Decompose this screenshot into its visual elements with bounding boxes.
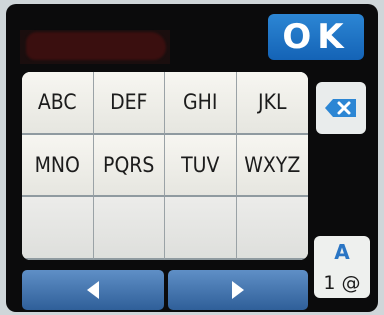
mode-label: 1 @ (323, 272, 361, 294)
delete-button[interactable] (316, 82, 366, 134)
key-mno[interactable]: MNO (22, 134, 94, 198)
key-empty[interactable] (22, 197, 94, 260)
character-keypad: ABC DEF GHI JKL MNO PQRS TUV WXYZ (22, 72, 308, 260)
key-empty[interactable] (165, 197, 237, 260)
mode-letter-icon: A (334, 240, 350, 264)
input-mode-button[interactable]: A 1 @ (314, 236, 370, 298)
key-pqrs[interactable]: PQRS (93, 134, 165, 198)
ok-button[interactable]: OK (268, 14, 364, 60)
right-arrow-icon (232, 281, 244, 299)
text-entry-field[interactable] (20, 30, 170, 64)
key-abc[interactable]: ABC (22, 72, 94, 135)
key-wxyz[interactable]: WXYZ (236, 134, 308, 198)
cursor-left-button[interactable] (22, 270, 164, 310)
cursor-right-button[interactable] (168, 270, 308, 310)
left-arrow-icon (87, 281, 99, 299)
key-empty[interactable] (93, 197, 165, 260)
key-empty[interactable] (236, 197, 308, 260)
lcd-screen: OK ABC DEF GHI JKL MNO PQRS TUV WXYZ A 1… (6, 4, 378, 312)
redacted-text (26, 32, 166, 60)
key-ghi[interactable]: GHI (165, 72, 237, 135)
key-jkl[interactable]: JKL (236, 72, 308, 135)
key-tuv[interactable]: TUV (165, 134, 237, 198)
key-def[interactable]: DEF (93, 72, 165, 135)
backspace-x-icon (325, 99, 356, 117)
